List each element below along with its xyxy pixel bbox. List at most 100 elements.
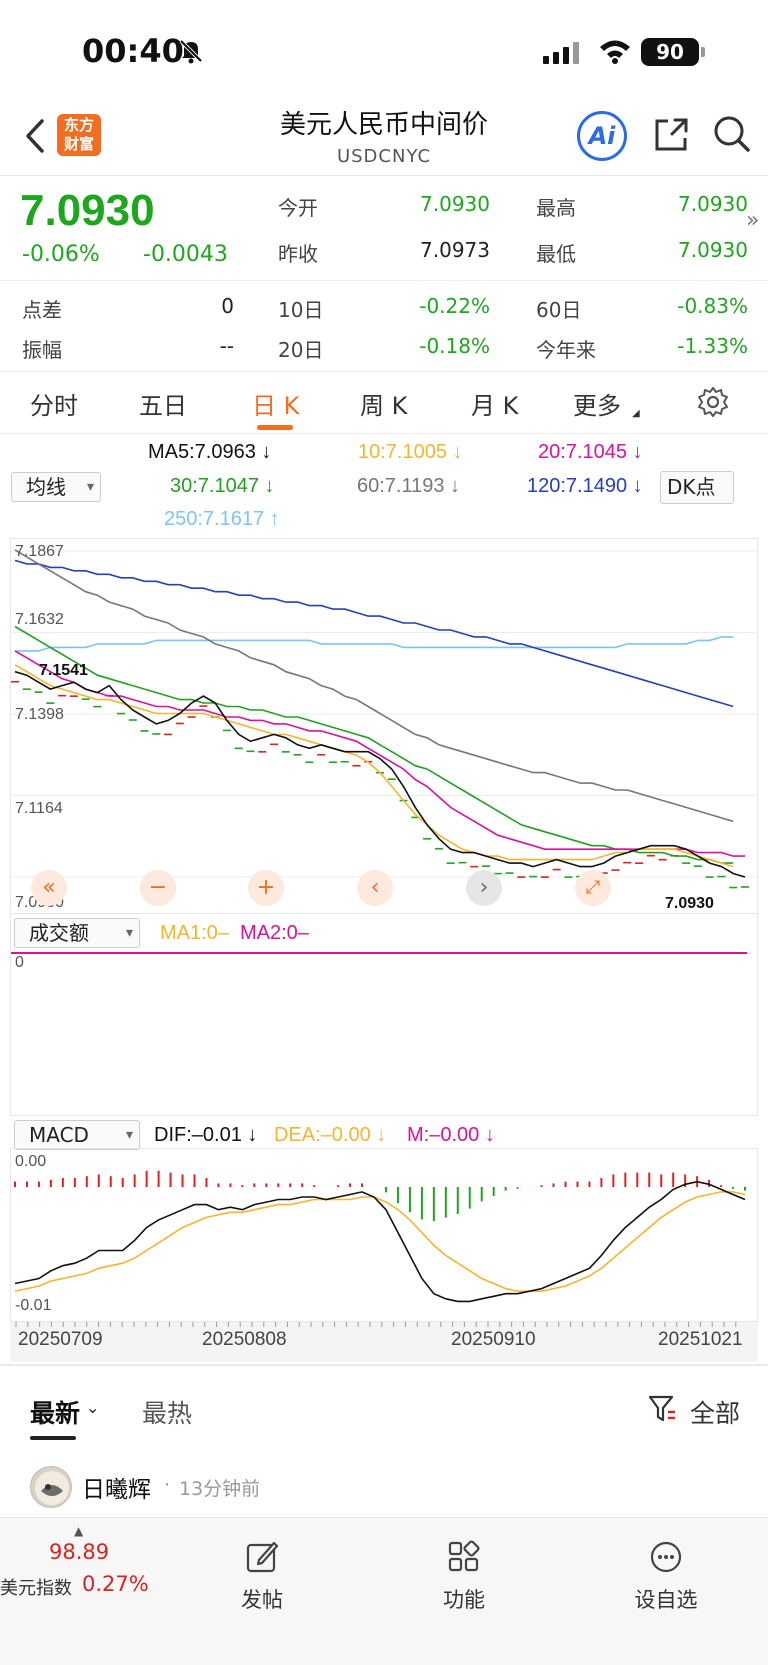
volume-chart[interactable]: 0	[10, 914, 758, 1116]
change-amount: -0.0043	[143, 242, 228, 267]
d60-label: 60日	[536, 298, 582, 322]
functions-button[interactable]: 功能	[394, 1540, 534, 1614]
spread-label: 点差	[22, 298, 62, 322]
d60-value: -0.83%	[677, 294, 748, 318]
price-chart-canvas[interactable]	[11, 539, 757, 913]
volume-ma-line	[11, 952, 747, 954]
y-tick-2: 7.1632	[15, 611, 64, 628]
divider	[0, 280, 768, 281]
price-chart[interactable]: 7.1867 7.1632 7.1398 7.1164 7.0930 7.154…	[10, 538, 758, 914]
post-header[interactable]: 日曦辉 · 13分钟前	[0, 1462, 768, 1518]
max-price-marker: 7.1541	[39, 662, 88, 679]
macd_dea-line	[14, 1191, 746, 1292]
add-watchlist-button[interactable]: 设自选	[596, 1540, 736, 1614]
date-label-1: 20250709	[18, 1329, 103, 1350]
date-label-3: 20250910	[451, 1329, 536, 1350]
change-percent: -0.06%	[22, 242, 100, 267]
edit-icon	[246, 1541, 279, 1573]
ma250-legend: 250:7.1617 ↑	[164, 508, 280, 530]
macd-dea-legend: DEA:–0.00 ↓	[274, 1124, 387, 1146]
ma250-line	[15, 636, 734, 652]
share-icon[interactable]	[652, 116, 690, 154]
ma120-legend: 120:7.1490 ↓	[527, 475, 643, 497]
tab-more[interactable]: 更多	[573, 386, 621, 421]
fullscreen-button[interactable]: ⤢	[575, 870, 611, 906]
feed-tabs: 最新 ⌄ 最热 全部	[0, 1366, 768, 1446]
indicator-select[interactable]: 均线	[11, 472, 101, 502]
date-axis-ticks	[15, 1322, 737, 1327]
cellular-signal-icon	[543, 42, 579, 64]
filter-icon[interactable]	[648, 1394, 676, 1424]
grid-icon	[448, 1540, 480, 1572]
quote-panel: 7.0930 -0.06% -0.0043 今开 7.0930 最高 7.093…	[0, 176, 768, 372]
post-button[interactable]: 发帖	[192, 1540, 332, 1614]
macd-top-label: 0.00	[15, 1153, 47, 1170]
zoom-out-button[interactable]: −	[140, 870, 176, 906]
scroll-left-button[interactable]: ‹	[357, 870, 393, 906]
ma60-legend: 60:7.1193 ↓	[357, 475, 461, 497]
more-caret-icon: ◢	[632, 408, 640, 419]
macd-indicator-select[interactable]: MACD	[14, 1120, 140, 1150]
add-watchlist-label: 设自选	[634, 1588, 698, 1612]
tab-weekly-k[interactable]: 周 K	[360, 386, 407, 421]
feed-tab-hot[interactable]: 最热	[142, 1394, 192, 1430]
feed-tab-latest[interactable]: 最新	[30, 1394, 80, 1430]
tab-five-day[interactable]: 五日	[139, 386, 187, 421]
d10-value: -0.22%	[419, 294, 490, 318]
low-value: 7.0930	[678, 238, 748, 262]
scroll-to-start-button[interactable]: «	[31, 870, 67, 906]
ma60-line	[14, 549, 734, 823]
dk-point-select[interactable]: DK点	[660, 471, 734, 504]
macd-dif-legend: DIF:–0.01 ↓	[154, 1124, 258, 1146]
post-username[interactable]: 日曦辉	[82, 1470, 151, 1504]
functions-button-label: 功能	[443, 1588, 485, 1612]
spread-value: 0	[221, 294, 234, 318]
avatar[interactable]	[30, 1466, 72, 1508]
prev-close-label: 昨收	[278, 242, 318, 266]
chevron-down-icon[interactable]: ⌄	[86, 1398, 99, 1417]
date-axis: 20250709 20250808 20250910 20251021	[10, 1322, 758, 1362]
ma5-legend: MA5:7.0963 ↓	[148, 441, 272, 463]
active-tab-indicator	[257, 425, 293, 430]
nav-bar: 东方 财富 美元人民币中间价 USDCNYC Ai	[0, 100, 768, 176]
last-price: 7.0930	[20, 186, 155, 235]
prev-close-value: 7.0973	[420, 238, 490, 262]
ma30-legend: 30:7.1047 ↓	[170, 475, 275, 497]
scroll-right-button[interactable]: ›	[466, 870, 502, 906]
open-label: 今开	[278, 196, 318, 220]
date-label-2: 20250808	[202, 1329, 287, 1350]
macd-bottom-label: -0.01	[15, 1297, 52, 1314]
y-tick-1: 7.1867	[15, 543, 64, 560]
ma10-legend: 10:7.1005 ↓	[358, 441, 463, 463]
dollar-index-value: 98.89	[49, 1540, 110, 1564]
up-arrow-icon: ▲	[74, 1524, 84, 1538]
y-tick-3: 7.1398	[15, 706, 64, 723]
y-tick-4: 7.1164	[15, 800, 63, 817]
more-dots-icon	[650, 1541, 682, 1573]
feed-tab-indicator	[30, 1436, 76, 1440]
tab-daily-k[interactable]: 日 K	[252, 386, 299, 421]
zoom-in-button[interactable]: +	[248, 870, 284, 906]
ma10-line	[14, 664, 734, 868]
macd-chart-canvas[interactable]	[11, 1149, 757, 1321]
bottom-bar: ▲ 98.89 美元指数 0.27% 发帖 功能 设自选	[0, 1517, 768, 1665]
open-value: 7.0930	[420, 192, 490, 216]
macd-chart[interactable]: 0.00 -0.01	[10, 1148, 758, 1322]
high-value: 7.0930	[678, 192, 748, 216]
amplitude-value: --	[219, 334, 234, 358]
d10-label: 10日	[278, 298, 324, 322]
ma5-line	[14, 670, 746, 878]
filter-label[interactable]: 全部	[690, 1394, 740, 1430]
dollar-index-widget[interactable]: ▲ 98.89 美元指数 0.27%	[0, 1518, 160, 1628]
settings-gear-icon[interactable]	[697, 386, 729, 418]
tab-monthly-k[interactable]: 月 K	[471, 386, 518, 421]
period-tabs: 分时 五日 日 K 周 K 月 K 更多 ◢	[0, 372, 768, 434]
ytd-label: 今年来	[536, 338, 596, 362]
ma20-line	[14, 650, 745, 857]
ai-assistant-button[interactable]: Ai	[577, 111, 627, 161]
expand-chevron-icon[interactable]: »	[746, 208, 759, 233]
date-label-4: 20251021	[658, 1329, 743, 1350]
d20-value: -0.18%	[419, 334, 490, 358]
search-icon[interactable]	[712, 114, 752, 154]
tab-intraday[interactable]: 分时	[30, 386, 78, 421]
